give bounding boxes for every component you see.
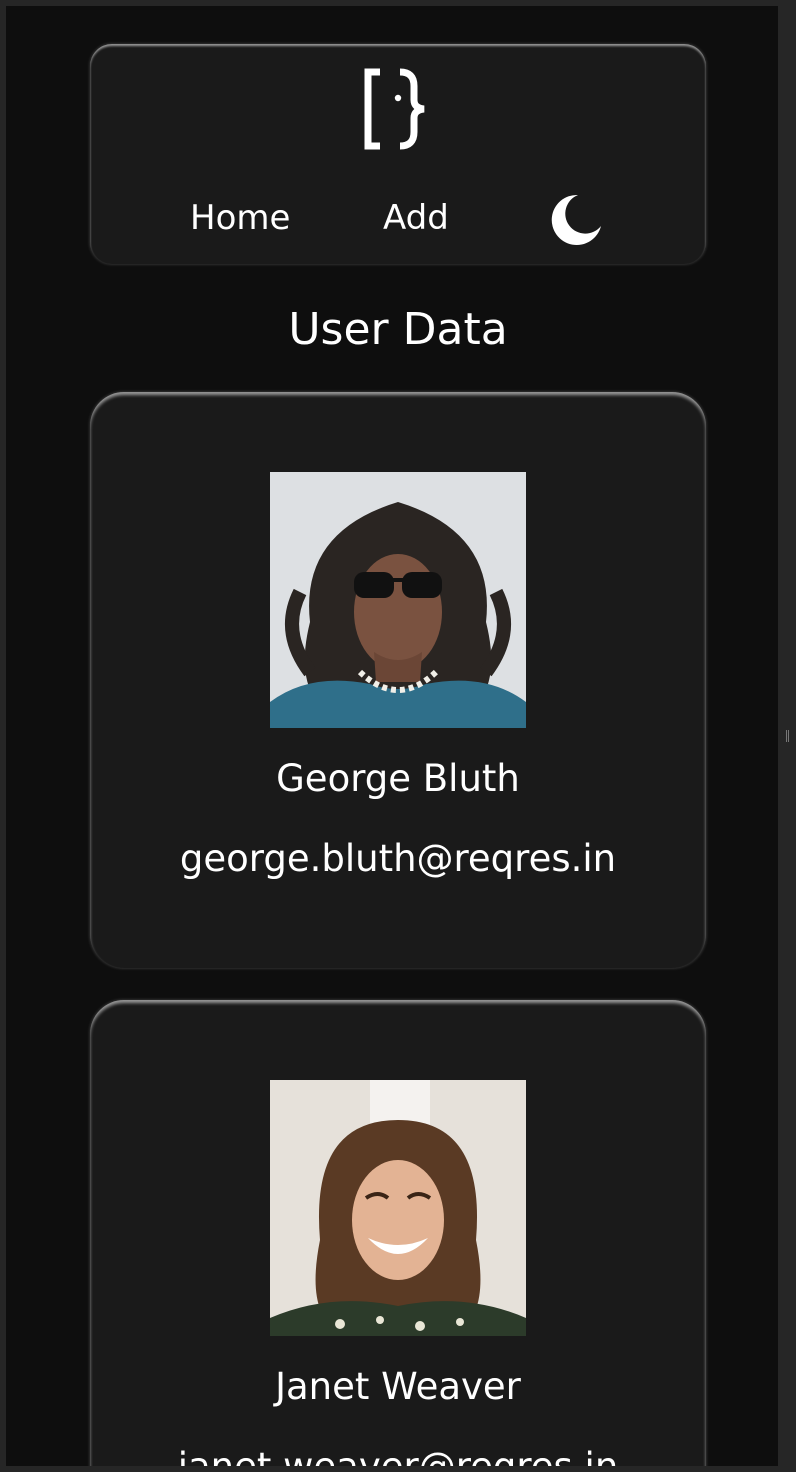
user-avatar-photo [270, 1080, 526, 1336]
nav-home-link[interactable]: Home [190, 198, 290, 238]
user-avatar [270, 472, 526, 728]
nav-add-link[interactable]: Add [383, 198, 449, 238]
user-email: george.bluth@reqres.in [179, 837, 617, 880]
user-name: George Bluth [276, 757, 520, 800]
user-avatar-photo [270, 472, 526, 728]
moon-icon[interactable] [548, 192, 604, 248]
user-name: Janet Weaver [275, 1365, 521, 1408]
app-window: Home Add User Data George Bluth george.b… [0, 0, 796, 1472]
page-title: User Data [288, 304, 508, 355]
scrollbar[interactable] [778, 0, 796, 1472]
scrollbar-grip[interactable] [786, 730, 789, 742]
user-card: George Bluth george.bluth@reqres.in [90, 392, 706, 968]
header-card: Home Add [90, 44, 706, 264]
user-avatar [270, 1080, 526, 1336]
user-card: Janet Weaver janet.weaver@reqres.in [90, 1000, 706, 1472]
user-email: janet.weaver@reqres.in [177, 1445, 619, 1472]
bracket-brace-logo-icon[interactable] [362, 66, 434, 152]
